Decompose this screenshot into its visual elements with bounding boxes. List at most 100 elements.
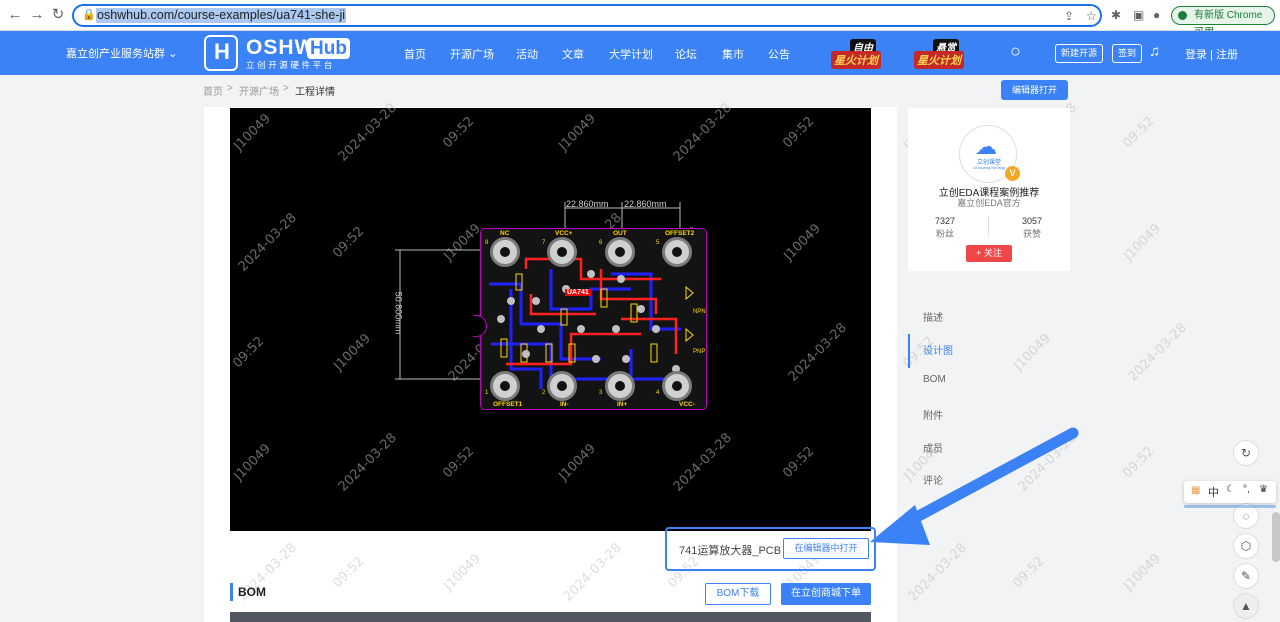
search-icon[interactable]: ○ bbox=[1010, 41, 1021, 62]
pad-label-in-minus: IN- bbox=[560, 401, 569, 408]
ime-underline bbox=[1184, 505, 1276, 508]
pin-num-1: 1 bbox=[485, 390, 489, 396]
logo-text[interactable]: OSHW bbox=[246, 36, 315, 60]
site-group-dropdown[interactable]: 嘉立创产业服务站群 ⌄ bbox=[66, 45, 177, 61]
side-nav-design[interactable]: 设计图 bbox=[923, 342, 953, 357]
nav-university[interactable]: 大学计划 bbox=[609, 46, 653, 62]
watermark-text: J10049 bbox=[1121, 221, 1164, 264]
bom-title: BOM bbox=[238, 585, 266, 599]
chrome-update-button[interactable]: 有新版 Chrome 可用 bbox=[1171, 6, 1275, 38]
breadcrumb-sep: > bbox=[283, 83, 289, 94]
pad-label-vcc-minus: VCC- bbox=[679, 401, 695, 408]
watermark-text: J10049 bbox=[1011, 331, 1054, 374]
pad-1 bbox=[490, 371, 520, 401]
edit-open-button[interactable]: 编辑器打开 bbox=[1001, 80, 1068, 100]
history-icon[interactable]: ↻ bbox=[1233, 440, 1259, 466]
breadcrumb-home[interactable]: 首页 bbox=[203, 83, 223, 98]
share-icon[interactable]: ⬡ bbox=[1233, 533, 1259, 559]
pad-label-in-plus: IN+ bbox=[617, 401, 628, 408]
chevron-down-icon: ⌄ bbox=[168, 48, 178, 60]
profile-icon[interactable]: ● bbox=[1153, 8, 1160, 22]
promo-bounty-spark[interactable]: 悬赏 星火计划 bbox=[914, 39, 966, 69]
pad-4 bbox=[662, 371, 692, 401]
fans-count: 7327 bbox=[934, 216, 956, 226]
nav-forum[interactable]: 论坛 bbox=[675, 46, 697, 62]
pad-5 bbox=[662, 237, 692, 267]
pin-num-3: 3 bbox=[599, 390, 603, 396]
author-subtitle: 嘉立创EDA官方 bbox=[957, 198, 1021, 208]
fans-label: 粉丝 bbox=[935, 229, 954, 239]
bom-table-header bbox=[230, 612, 871, 622]
punctuation-icon: °, bbox=[1243, 484, 1250, 495]
nav-market[interactable]: 集市 bbox=[722, 46, 744, 62]
breadcrumb-current: 工程详情 bbox=[295, 87, 335, 98]
promo-free-spark[interactable]: 自由 星火计划 bbox=[831, 39, 883, 69]
likes-label: 获赞 bbox=[1022, 229, 1041, 239]
reload-icon[interactable]: ↻ bbox=[49, 6, 67, 24]
breadcrumb-sep: > bbox=[227, 83, 233, 94]
pad-label-offset1: OFFSET1 bbox=[493, 401, 523, 408]
bell-icon[interactable]: ♫ bbox=[1149, 43, 1160, 60]
dimension-h2: 22.860mm bbox=[624, 199, 667, 209]
logo-hub[interactable]: Hub bbox=[307, 38, 350, 59]
extensions-icon[interactable]: ✱ bbox=[1111, 8, 1121, 22]
lock-icon[interactable]: 🔒 bbox=[82, 8, 96, 21]
bookmark-star-icon[interactable]: ☆ bbox=[1086, 9, 1097, 23]
forward-icon[interactable]: → bbox=[28, 6, 46, 24]
login-link[interactable]: 登录 | 注册 bbox=[1185, 46, 1238, 62]
pin-num-5: 5 bbox=[656, 240, 660, 246]
nav-activity[interactable]: 活动 bbox=[516, 46, 538, 62]
address-bar[interactable]: 🔒 oshwhub.com/course-examples/ua741-she-… bbox=[72, 4, 1102, 27]
chip-label: UA741 bbox=[565, 289, 591, 296]
nav-notice[interactable]: 公告 bbox=[768, 46, 790, 62]
likes-count: 3057 bbox=[1021, 216, 1043, 226]
ime-mode: 中 bbox=[1208, 487, 1219, 499]
pad-7 bbox=[547, 237, 577, 267]
side-nav-attachments[interactable]: 附件 bbox=[923, 407, 943, 422]
ime-toolbar[interactable]: ▦ 中 ☾ °, ♛ bbox=[1184, 481, 1276, 503]
logo-subtitle: 立创开源硬件平台 bbox=[246, 60, 335, 70]
pad-6 bbox=[605, 237, 635, 267]
side-nav-active-indicator bbox=[908, 334, 910, 368]
logo-icon[interactable] bbox=[204, 35, 238, 71]
nav-articles[interactable]: 文章 bbox=[562, 46, 584, 62]
edit-icon[interactable]: ✎ bbox=[1233, 563, 1259, 589]
side-nav-description[interactable]: 描述 bbox=[923, 309, 943, 324]
pad-label-nc: NC bbox=[500, 230, 510, 237]
sidepanel-icon[interactable]: ▣ bbox=[1133, 8, 1144, 22]
moon-icon: ☾ bbox=[1226, 484, 1235, 495]
pad-label-offset2: OFFSET2 bbox=[665, 230, 695, 237]
watermark-text: J10049 bbox=[1121, 551, 1164, 594]
verified-badge: V bbox=[1005, 166, 1020, 181]
dimension-v: 50.800mm bbox=[393, 291, 404, 335]
pad-2 bbox=[547, 371, 577, 401]
follow-button[interactable]: + 关注 bbox=[966, 245, 1012, 262]
highlight-box bbox=[665, 527, 876, 571]
share-icon[interactable]: ⇪ bbox=[1064, 9, 1074, 23]
pnp-label: PNP bbox=[693, 349, 706, 355]
pin-num-7: 7 bbox=[542, 240, 546, 246]
breadcrumb-square[interactable]: 开源广场 bbox=[239, 83, 279, 98]
nav-square[interactable]: 开源广场 bbox=[450, 46, 494, 62]
url-text[interactable]: oshwhub.com/course-examples/ua741-she-ji bbox=[96, 8, 347, 23]
promo-bounty-bottom: 星火计划 bbox=[914, 51, 964, 69]
watermark-text: 09:52 bbox=[1120, 443, 1158, 482]
site-header: 嘉立创产业服务站群 ⌄ OSHW Hub 立创开源硬件平台 首页 开源广场 活动… bbox=[0, 31, 1280, 75]
bom-order-button[interactable]: 在立创商城下单 bbox=[781, 583, 871, 605]
back-to-top-icon[interactable]: ▲ bbox=[1233, 593, 1259, 619]
page-scrollbar[interactable] bbox=[1272, 512, 1280, 562]
nav-home[interactable]: 首页 bbox=[404, 46, 426, 62]
pad-label-out: OUT bbox=[613, 230, 627, 237]
shirt-icon: ♛ bbox=[1259, 484, 1268, 495]
watermark-text: 2024-03-28 bbox=[1125, 320, 1190, 385]
side-nav-bom[interactable]: BOM bbox=[923, 374, 946, 385]
site-group-label: 嘉立创产业服务站群 bbox=[66, 48, 165, 60]
back-icon[interactable]: ← bbox=[6, 6, 24, 24]
pin-num-8: 8 bbox=[485, 240, 489, 246]
pad-label-vcc-plus: VCC+ bbox=[555, 230, 573, 237]
watermark-text: 09:52 bbox=[1010, 553, 1048, 592]
bom-download-button[interactable]: BOM下载 bbox=[705, 583, 771, 605]
pin-num-4: 4 bbox=[656, 390, 660, 396]
new-project-button[interactable]: 新建开源 bbox=[1055, 44, 1104, 63]
signin-button[interactable]: 签到 bbox=[1112, 44, 1143, 63]
